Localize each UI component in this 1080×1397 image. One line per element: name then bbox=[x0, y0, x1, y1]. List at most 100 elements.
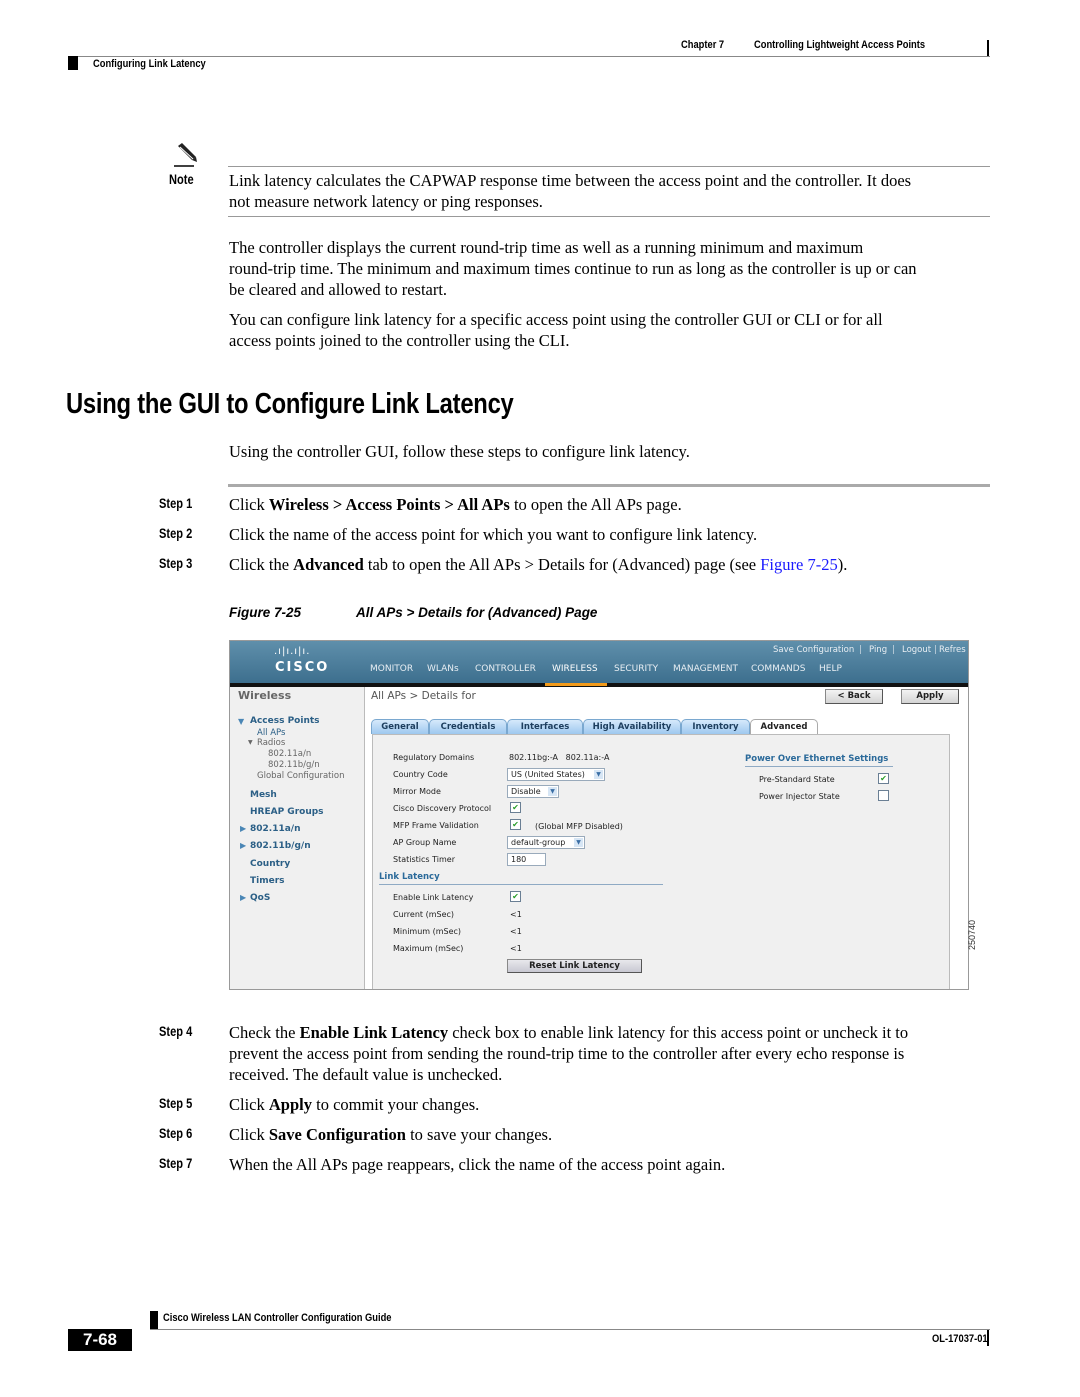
collapsed-triangle-icon: ▶ bbox=[240, 893, 247, 902]
gui-save-configuration-link[interactable]: Save Configuration bbox=[773, 645, 854, 655]
field-label-power-injector: Power Injector State bbox=[759, 792, 840, 801]
active-nav-indicator bbox=[545, 683, 607, 686]
header-rule bbox=[68, 56, 990, 57]
link-latency-title: Link Latency bbox=[379, 872, 440, 882]
cisco-logo: CISCO bbox=[275, 660, 330, 675]
field-label-mirror-mode: Mirror Mode bbox=[393, 787, 441, 796]
field-label-minimum: Minimum (mSec) bbox=[393, 927, 462, 936]
expanded-triangle-icon: ▼ bbox=[248, 739, 253, 746]
tab-general[interactable]: General bbox=[371, 719, 429, 734]
apply-button[interactable]: Apply bbox=[901, 689, 959, 704]
text: Click bbox=[229, 495, 269, 514]
sidebar-item-country[interactable]: Country bbox=[250, 859, 290, 869]
section-running-title: Configuring Link Latency bbox=[93, 58, 206, 70]
step-5-label: Step 5 bbox=[159, 1096, 193, 1111]
field-label-pre-standard: Pre-Standard State bbox=[759, 775, 835, 784]
tab-inventory[interactable]: Inventory bbox=[681, 719, 750, 734]
pencil-note-icon bbox=[172, 142, 200, 168]
gui-sidebar: Wireless ▼ Access Points All APs ▼ Radio… bbox=[230, 687, 365, 989]
footer-guide-title: Cisco Wireless LAN Controller Configurat… bbox=[163, 1312, 392, 1324]
step-7-label: Step 7 bbox=[159, 1156, 193, 1171]
back-button[interactable]: < Back bbox=[825, 689, 883, 704]
doc-id: OL-17037-01 bbox=[932, 1333, 988, 1345]
tab-interfaces[interactable]: Interfaces bbox=[507, 719, 583, 734]
sidebar-item-global-configuration[interactable]: Global Configuration bbox=[257, 771, 344, 781]
step-5-text: Click Apply to commit your changes. bbox=[229, 1094, 479, 1115]
field-label-ap-group: AP Group Name bbox=[393, 838, 457, 847]
sidebar-item-all-aps[interactable]: All APs bbox=[257, 728, 285, 738]
page-number: 7-68 bbox=[68, 1329, 132, 1351]
figure-link[interactable]: Figure 7-25 bbox=[760, 555, 837, 574]
sidebar-title: Wireless bbox=[238, 689, 292, 702]
tab-high-availability[interactable]: High Availability bbox=[583, 719, 681, 734]
country-code-select[interactable]: US (United States) ▼ bbox=[507, 768, 605, 781]
text: check box to enable link latency for thi… bbox=[448, 1023, 909, 1042]
step-7-text: When the All APs page reappears, click t… bbox=[229, 1155, 726, 1174]
ui-term: Apply bbox=[268, 1095, 312, 1114]
text: ). bbox=[837, 555, 848, 574]
separator: | bbox=[892, 645, 895, 655]
maximum-latency-value: <1 bbox=[510, 944, 522, 953]
power-injector-checkbox[interactable] bbox=[878, 790, 889, 801]
sidebar-item-mesh[interactable]: Mesh bbox=[250, 790, 277, 800]
gui-nav-wlans[interactable]: WLANs bbox=[427, 664, 459, 674]
step-6-label: Step 6 bbox=[159, 1126, 193, 1141]
step-6-text: Click Save Configuration to save your ch… bbox=[229, 1124, 552, 1145]
gui-nav-wireless[interactable]: WIRELESS bbox=[552, 664, 598, 674]
mfp-note: (Global MFP Disabled) bbox=[535, 822, 623, 831]
note-top-rule bbox=[228, 166, 990, 167]
mirror-mode-select[interactable]: Disable ▼ bbox=[507, 785, 559, 798]
dropdown-arrow-icon: ▼ bbox=[548, 787, 557, 796]
paragraph-2: You can configure link latency for a spe… bbox=[229, 309, 883, 351]
reset-link-latency-button[interactable]: Reset Link Latency bbox=[507, 959, 642, 973]
step-4-line2: prevent the access point from sending th… bbox=[229, 1044, 905, 1063]
paragraph-line: be cleared and allowed to restart. bbox=[229, 280, 448, 299]
sidebar-item-access-points[interactable]: Access Points bbox=[250, 716, 320, 726]
collapsed-triangle-icon: ▶ bbox=[240, 824, 247, 833]
gui-top-bar bbox=[230, 641, 968, 683]
sidebar-item-hreap-groups[interactable]: HREAP Groups bbox=[250, 807, 324, 817]
statistics-timer-input[interactable]: 180 bbox=[507, 853, 546, 866]
text: to open the All APs page. bbox=[509, 495, 682, 514]
footer-bar-right bbox=[987, 1330, 989, 1346]
gui-nav-help[interactable]: HELP bbox=[819, 664, 842, 674]
gui-page-title: All APs > Details for bbox=[371, 690, 476, 702]
field-label-maximum: Maximum (mSec) bbox=[393, 944, 464, 953]
tab-advanced[interactable]: Advanced bbox=[750, 719, 818, 735]
gui-nav-commands[interactable]: COMMANDS bbox=[751, 664, 805, 674]
field-label-current: Current (mSec) bbox=[393, 910, 455, 919]
sidebar-item-80211an[interactable]: 802.11a/n bbox=[250, 824, 301, 834]
gui-nav-controller[interactable]: CONTROLLER bbox=[475, 664, 536, 674]
gui-nav-security[interactable]: SECURITY bbox=[614, 664, 658, 674]
sidebar-item-80211bgn[interactable]: 802.11b/g/n bbox=[250, 841, 311, 851]
figure-id: 250740 bbox=[967, 919, 977, 950]
separator: | bbox=[859, 645, 862, 655]
pre-standard-checkbox[interactable]: ✔ bbox=[878, 773, 889, 784]
tab-credentials[interactable]: Credentials bbox=[429, 719, 507, 734]
advanced-panel: Regulatory Domains 802.11bg:-A 802.11a:-… bbox=[372, 734, 950, 989]
mfp-checkbox[interactable]: ✔ bbox=[510, 819, 521, 830]
sidebar-item-radios[interactable]: Radios bbox=[257, 738, 285, 748]
gui-logout-link[interactable]: Logout bbox=[902, 645, 931, 655]
sidebar-item-radio-80211an[interactable]: 802.11a/n bbox=[268, 749, 311, 759]
field-label-regulatory-domains: Regulatory Domains bbox=[393, 753, 475, 762]
gui-nav-management[interactable]: MANAGEMENT bbox=[673, 664, 738, 674]
gui-refresh-link[interactable]: Refres bbox=[939, 645, 966, 655]
ap-group-select[interactable]: default-group ▼ bbox=[507, 836, 585, 849]
gui-ping-link[interactable]: Ping bbox=[869, 645, 887, 655]
dropdown-arrow-icon: ▼ bbox=[594, 770, 603, 779]
ui-path: Wireless > Access Points > All APs bbox=[268, 495, 510, 514]
cdp-checkbox[interactable]: ✔ bbox=[510, 802, 521, 813]
sidebar-item-qos[interactable]: QoS bbox=[250, 893, 270, 903]
note-text-line2: not measure network latency or ping resp… bbox=[229, 192, 543, 211]
ui-term: Enable Link Latency bbox=[299, 1023, 449, 1042]
enable-link-latency-checkbox[interactable]: ✔ bbox=[510, 891, 521, 902]
poe-settings-rule bbox=[745, 766, 893, 767]
gui-nav-monitor[interactable]: MONITOR bbox=[370, 664, 413, 674]
poe-settings-title: Power Over Ethernet Settings bbox=[745, 754, 889, 764]
sidebar-item-timers[interactable]: Timers bbox=[250, 876, 285, 886]
sidebar-item-radio-80211bgn[interactable]: 802.11b/g/n bbox=[268, 760, 320, 770]
current-latency-value: <1 bbox=[510, 910, 522, 919]
step-3-label: Step 3 bbox=[159, 556, 193, 571]
ui-term: Save Configuration bbox=[268, 1125, 406, 1144]
